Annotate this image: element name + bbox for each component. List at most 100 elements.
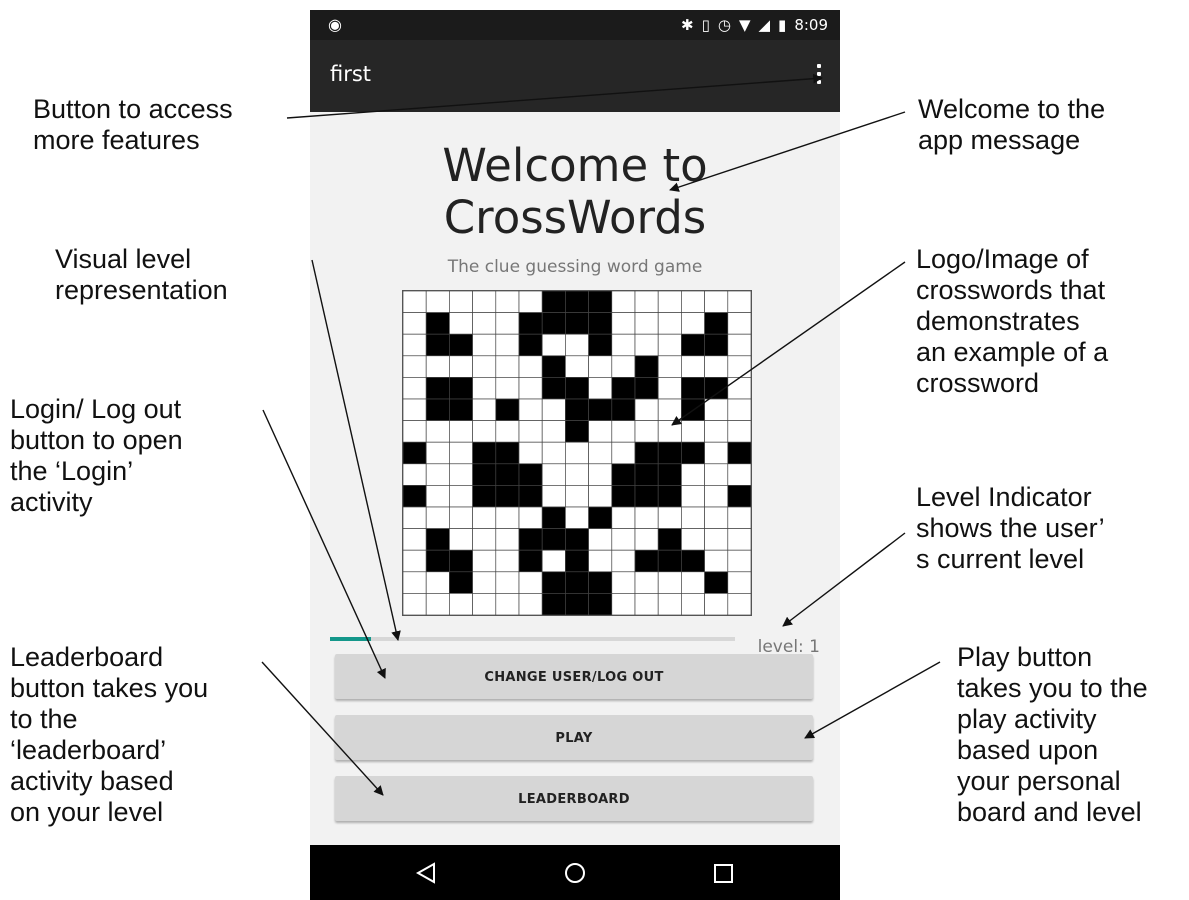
crossword-cell bbox=[518, 571, 543, 594]
home-icon[interactable] bbox=[555, 857, 595, 889]
crossword-cell bbox=[727, 593, 751, 615]
welcome-title: Welcome to CrossWords bbox=[442, 139, 708, 244]
crossword-cell bbox=[449, 463, 473, 486]
crossword-cell bbox=[403, 355, 427, 378]
crossword-cell bbox=[403, 485, 427, 508]
crossword-cell bbox=[727, 528, 751, 551]
crossword-cell bbox=[611, 463, 636, 486]
crossword-cell bbox=[588, 355, 613, 378]
crossword-cell bbox=[681, 528, 705, 551]
crossword-cell bbox=[611, 377, 636, 400]
crossword-cell bbox=[541, 398, 566, 421]
crossword-cell bbox=[565, 485, 589, 508]
crossword-cell bbox=[611, 420, 636, 443]
play-button[interactable]: PLAY bbox=[335, 715, 813, 760]
crossword-cell bbox=[518, 549, 543, 573]
crossword-cell bbox=[611, 398, 636, 421]
crossword-cell bbox=[472, 312, 497, 335]
crossword-cell bbox=[518, 420, 543, 443]
crossword-cell bbox=[425, 593, 450, 615]
phone-screen: ◉ ✱ ▯ ◷ ▼ ◢ ▮ 8:09 first Welcome to Cros… bbox=[310, 10, 840, 900]
crossword-cell bbox=[681, 506, 705, 529]
back-icon[interactable] bbox=[406, 857, 446, 889]
crossword-cell bbox=[449, 528, 473, 551]
crossword-cell bbox=[565, 291, 589, 313]
crossword-cell bbox=[472, 506, 497, 529]
crossword-cell bbox=[449, 593, 473, 615]
signal-icon: ◢ bbox=[758, 16, 771, 34]
crossword-cell bbox=[727, 420, 751, 443]
crossword-cell bbox=[541, 420, 566, 443]
crossword-cell bbox=[611, 355, 636, 378]
crossword-cell bbox=[704, 549, 729, 573]
crossword-cell bbox=[565, 398, 589, 421]
crossword-cell bbox=[657, 355, 682, 378]
crossword-cell bbox=[425, 355, 450, 378]
crossword-cell bbox=[588, 593, 613, 615]
crossword-cell bbox=[727, 398, 751, 421]
crossword-cell bbox=[634, 485, 659, 508]
annotation-login-logout: Login/ Log out button to open the ‘Login… bbox=[10, 394, 183, 517]
crossword-cell bbox=[681, 291, 705, 313]
crossword-cell bbox=[634, 355, 659, 378]
crossword-cell bbox=[472, 441, 497, 465]
crossword-cell bbox=[727, 291, 751, 313]
crossword-cell bbox=[727, 377, 751, 400]
crossword-cell bbox=[704, 506, 729, 529]
crossword-cell bbox=[472, 549, 497, 573]
crossword-cell bbox=[425, 291, 450, 313]
crossword-cell bbox=[449, 312, 473, 335]
crossword-cell bbox=[403, 377, 427, 400]
status-bar: ◉ ✱ ▯ ◷ ▼ ◢ ▮ 8:09 bbox=[310, 10, 840, 40]
crossword-cell bbox=[565, 506, 589, 529]
crossword-cell bbox=[472, 571, 497, 594]
crossword-cell bbox=[518, 463, 543, 486]
status-time: 8:09 bbox=[794, 16, 828, 34]
crossword-cell bbox=[541, 377, 566, 400]
crossword-cell bbox=[541, 291, 566, 313]
crossword-cell bbox=[657, 333, 682, 357]
crossword-cell bbox=[611, 312, 636, 335]
crossword-cell bbox=[495, 420, 520, 443]
crossword-cell bbox=[611, 441, 636, 465]
crossword-cell bbox=[634, 441, 659, 465]
crossword-cell bbox=[518, 398, 543, 421]
crossword-cell bbox=[449, 549, 473, 573]
crossword-cell bbox=[681, 441, 705, 465]
crossword-cell bbox=[634, 549, 659, 573]
crossword-cell bbox=[588, 398, 613, 421]
vibrate-icon: ▯ bbox=[701, 16, 710, 34]
crossword-cell bbox=[449, 571, 473, 594]
crossword-cell bbox=[657, 593, 682, 615]
leaderboard-button[interactable]: LEADERBOARD bbox=[335, 776, 813, 821]
crossword-cell bbox=[727, 549, 751, 573]
crossword-cell bbox=[657, 312, 682, 335]
crossword-cell bbox=[634, 377, 659, 400]
crossword-cell bbox=[611, 593, 636, 615]
crossword-cell bbox=[518, 377, 543, 400]
crossword-cell bbox=[518, 355, 543, 378]
crossword-cell bbox=[704, 463, 729, 486]
crossword-cell bbox=[704, 398, 729, 421]
crossword-cell bbox=[403, 463, 427, 486]
crossword-cell bbox=[704, 333, 729, 357]
annotation-level-indicator: Level Indicator shows the user’ s curren… bbox=[916, 482, 1105, 574]
overflow-menu-icon[interactable] bbox=[812, 58, 826, 90]
annotation-visual-level: Visual level representation bbox=[55, 244, 228, 305]
crossword-cell bbox=[704, 485, 729, 508]
crossword-cell bbox=[425, 398, 450, 421]
crossword-cell bbox=[403, 312, 427, 335]
crossword-cell bbox=[634, 593, 659, 615]
crossword-cell bbox=[681, 420, 705, 443]
crossword-cell bbox=[449, 398, 473, 421]
annotation-welcome-message: Welcome to the app message bbox=[918, 94, 1106, 155]
crossword-cell bbox=[518, 485, 543, 508]
recents-icon[interactable] bbox=[703, 857, 743, 889]
crossword-cell bbox=[634, 506, 659, 529]
crossword-cell bbox=[588, 441, 613, 465]
crossword-cell bbox=[588, 485, 613, 508]
crossword-cell bbox=[495, 291, 520, 313]
level-progress-fill bbox=[330, 637, 371, 641]
change-user-button[interactable]: CHANGE USER/LOG OUT bbox=[335, 654, 813, 699]
crossword-cell bbox=[472, 377, 497, 400]
